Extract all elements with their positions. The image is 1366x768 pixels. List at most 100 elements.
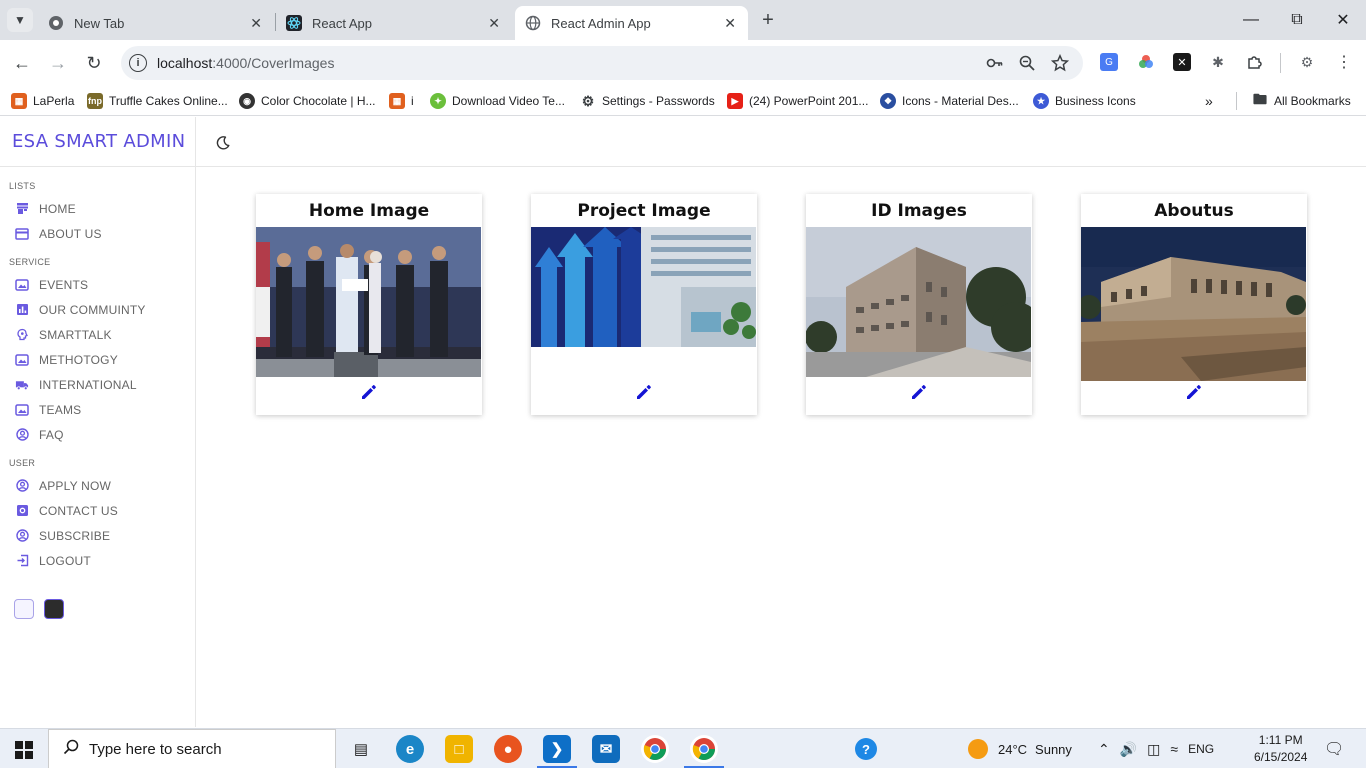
star-icon[interactable] bbox=[1051, 54, 1069, 72]
tab-new-tab[interactable]: New Tab ✕ bbox=[38, 6, 274, 40]
back-button[interactable]: ← bbox=[10, 51, 34, 75]
sidebar-item-teams[interactable]: TEAMS bbox=[0, 397, 195, 422]
section-label-user: USER bbox=[9, 458, 36, 468]
color-wheel-icon[interactable] bbox=[1137, 53, 1155, 71]
new-tab-button[interactable]: + bbox=[757, 8, 779, 32]
brain-icon bbox=[15, 328, 29, 342]
youtube-icon: ▶ bbox=[727, 93, 743, 109]
sidebar-item-logout[interactable]: LOGOUT bbox=[0, 548, 195, 573]
firefox-icon[interactable]: ● bbox=[494, 735, 522, 763]
profile-icon[interactable]: ⚙ bbox=[1298, 53, 1316, 71]
bookmark-item[interactable]: ❖ Icons - Material Des... bbox=[880, 92, 1019, 110]
sidebar-item-apply-now[interactable]: APPLY NOW bbox=[0, 473, 195, 498]
speaker-icon[interactable]: 🔊 bbox=[1120, 741, 1137, 758]
bug-icon[interactable]: ✱ bbox=[1209, 53, 1227, 71]
dark-theme-button[interactable] bbox=[44, 599, 64, 619]
arrow-right-icon: → bbox=[49, 52, 67, 73]
address-bar[interactable]: i localhost:4000/CoverImages bbox=[121, 46, 1083, 80]
more-bookmarks-button[interactable]: » bbox=[1205, 92, 1213, 110]
arrow-left-icon: ← bbox=[13, 52, 31, 73]
zoom-icon[interactable] bbox=[1018, 54, 1036, 72]
truck-icon bbox=[15, 378, 29, 392]
close-icon[interactable]: ✕ bbox=[488, 15, 500, 32]
edit-button[interactable] bbox=[1185, 383, 1203, 401]
close-icon[interactable]: ✕ bbox=[724, 15, 736, 32]
clock[interactable]: 1:11 PM 6/15/2024 bbox=[1254, 729, 1307, 768]
sidebar: ESA SMART ADMIN LISTS HOME ABOUT US SERV… bbox=[0, 117, 196, 727]
help-icon[interactable]: ? bbox=[855, 738, 877, 760]
sidebar-item-methotogy[interactable]: METHOTOGY bbox=[0, 347, 195, 372]
mail-icon[interactable]: ✉ bbox=[592, 735, 620, 763]
bookmark-item[interactable]: ★ Business Icons bbox=[1033, 92, 1136, 110]
chat-bubble-icon: 🗨 bbox=[1324, 741, 1345, 758]
card-title: Home Image bbox=[308, 200, 430, 221]
sidebar-item-contact-us[interactable]: CONTACT US bbox=[0, 498, 195, 523]
key-icon[interactable] bbox=[986, 54, 1004, 72]
close-icon[interactable]: ✕ bbox=[250, 15, 262, 32]
sidebar-item-our-community[interactable]: OUR COMMUINTY bbox=[0, 297, 195, 322]
bookmark-item[interactable]: ▦ i bbox=[389, 92, 414, 110]
sidebar-item-about-us[interactable]: ABOUT US bbox=[0, 221, 195, 246]
sidebar-item-events[interactable]: EVENTS bbox=[0, 272, 195, 297]
cover-image bbox=[256, 227, 481, 377]
tab-react-admin-app[interactable]: React Admin App ✕ bbox=[515, 6, 748, 40]
chrome-dev-icon[interactable] bbox=[690, 735, 718, 763]
notifications-button[interactable]: 🗨 bbox=[1324, 729, 1344, 768]
bookmarks-bar: ▦ LaPerla fnp Truffle Cakes Online... ◉ Col… bbox=[0, 86, 1366, 116]
chrome-icon[interactable] bbox=[641, 735, 669, 763]
cover-image-card: Aboutus bbox=[1081, 194, 1307, 415]
sidebar-item-subscribe[interactable]: SUBSCRIBE bbox=[0, 523, 195, 548]
card-title: Project Image bbox=[577, 200, 711, 221]
edit-button[interactable] bbox=[910, 383, 928, 401]
cover-image-card: Project Image bbox=[531, 194, 757, 415]
weather-widget[interactable]: 24°C Sunny bbox=[968, 729, 1072, 768]
sidebar-item-smarttalk[interactable]: SMARTTALK bbox=[0, 322, 195, 347]
dark-mode-toggle[interactable] bbox=[215, 135, 231, 151]
sidebar-item-international[interactable]: INTERNATIONAL bbox=[0, 372, 195, 397]
restore-button[interactable]: ⧉ bbox=[1282, 8, 1312, 32]
tab-search-button[interactable]: ▼ bbox=[7, 8, 33, 32]
admin-app: ESA SMART ADMIN LISTS HOME ABOUT US SERV… bbox=[0, 117, 1366, 727]
pencil-icon bbox=[912, 385, 926, 399]
forward-button[interactable]: → bbox=[46, 51, 70, 75]
battery-icon[interactable]: ◫ bbox=[1147, 741, 1160, 758]
tab-react-app[interactable]: React App ✕ bbox=[276, 6, 512, 40]
image-icon bbox=[15, 278, 29, 292]
minimize-button[interactable]: — bbox=[1236, 8, 1266, 32]
taskbar-search[interactable]: Type here to search bbox=[48, 729, 336, 768]
translate-icon[interactable]: G bbox=[1100, 53, 1118, 71]
sidebar-item-faq[interactable]: FAQ bbox=[0, 422, 195, 447]
bookmark-item[interactable]: ✦ Download Video Te... bbox=[430, 92, 565, 110]
light-theme-button[interactable] bbox=[14, 599, 34, 619]
more-menu-icon[interactable]: ⋮ bbox=[1335, 53, 1353, 71]
app-topbar bbox=[196, 117, 1366, 167]
chevron-up-icon[interactable]: ⌃ bbox=[1098, 741, 1110, 758]
vscode-icon[interactable]: ❯ bbox=[543, 735, 571, 763]
search-icon bbox=[63, 739, 79, 760]
wifi-icon[interactable]: ≈ bbox=[1170, 741, 1178, 757]
sidebar-item-home[interactable]: HOME bbox=[0, 196, 195, 221]
language-indicator[interactable]: ENG bbox=[1188, 742, 1214, 756]
bookmark-item[interactable]: ◉ Color Chocolate | H... bbox=[239, 92, 376, 110]
store-icon bbox=[15, 202, 29, 216]
bookmark-item[interactable]: ▦ LaPerla bbox=[11, 92, 74, 110]
edge-icon[interactable]: e bbox=[396, 735, 424, 763]
reload-button[interactable]: ↻ bbox=[82, 51, 106, 75]
pencil-icon bbox=[1187, 385, 1201, 399]
edit-button[interactable] bbox=[635, 383, 653, 401]
all-bookmarks-button[interactable]: 🖿 All Bookmarks bbox=[1252, 91, 1351, 110]
bookmark-item[interactable]: ⚙ Settings - Passwords bbox=[580, 92, 715, 110]
file-explorer-icon[interactable]: □ bbox=[445, 735, 473, 763]
close-window-button[interactable]: ✕ bbox=[1328, 8, 1358, 32]
bookmark-item[interactable]: fnp Truffle Cakes Online... bbox=[87, 92, 228, 110]
section-label-service: SERVICE bbox=[9, 257, 51, 267]
bookmarks-divider bbox=[1236, 92, 1237, 110]
task-view-icon[interactable]: ▤ bbox=[347, 735, 375, 763]
sun-icon bbox=[968, 739, 988, 759]
windows-start-button[interactable] bbox=[15, 741, 33, 759]
puzzle-icon[interactable] bbox=[1246, 53, 1264, 71]
edit-button[interactable] bbox=[360, 383, 378, 401]
site-info-icon[interactable]: i bbox=[129, 54, 147, 72]
bookmark-item[interactable]: ▶ (24) PowerPoint 201... bbox=[727, 92, 868, 110]
x-extension-icon[interactable]: ✕ bbox=[1173, 53, 1191, 71]
